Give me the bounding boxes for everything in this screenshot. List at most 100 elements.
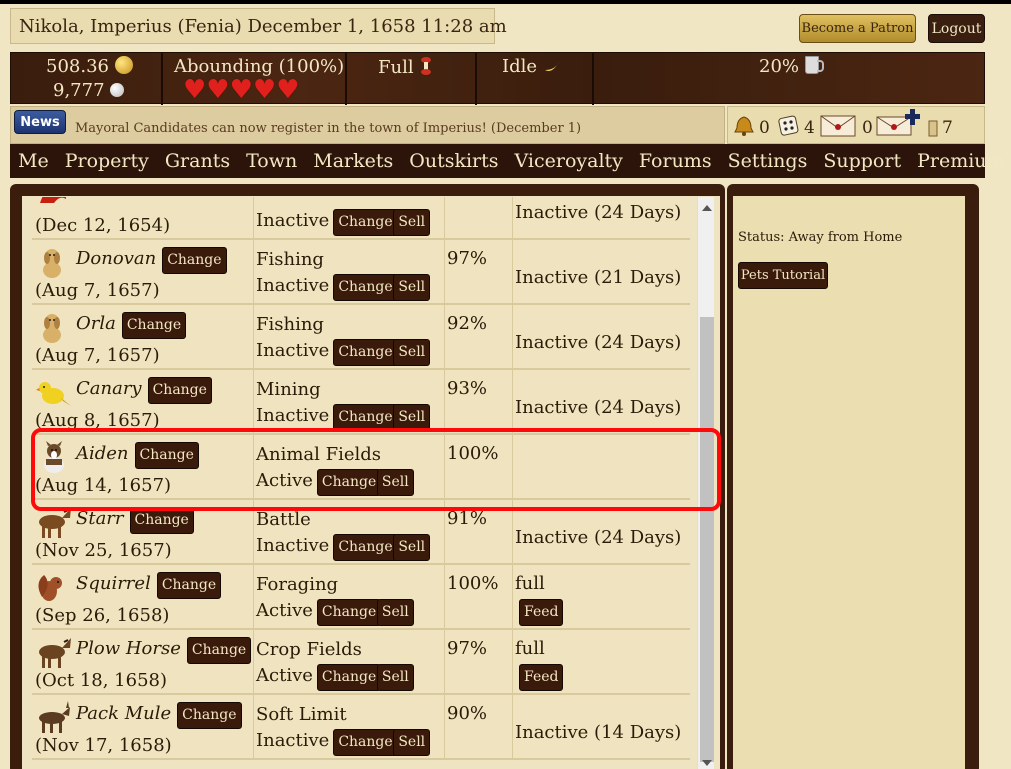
sell-button[interactable]: Sell	[376, 599, 414, 626]
nav-item-property[interactable]: Property	[57, 150, 157, 172]
nav-item-viceroyalty[interactable]: Viceroyalty	[507, 150, 631, 172]
pet-percent: 100%	[447, 443, 499, 464]
pet-status: Inactive	[256, 730, 330, 751]
rename-change-button[interactable]: Change	[121, 312, 187, 339]
job-change-button[interactable]: Change	[333, 534, 398, 561]
nav-item-support[interactable]: Support	[815, 150, 909, 172]
pet-status: Inactive	[256, 405, 330, 426]
sell-button[interactable]: Sell	[393, 404, 431, 431]
pet-job-cell: Fishing Inactive Change Sell	[254, 305, 445, 368]
job-change-button[interactable]: Change	[333, 404, 398, 431]
pet-birth-date: (Nov 17, 1658)	[35, 735, 172, 756]
sell-button[interactable]: Sell	[393, 209, 431, 236]
pearl-value: 9,777	[53, 80, 105, 101]
pet-name-cell: (Dec 12, 1654)	[32, 197, 254, 238]
job-change-button[interactable]: Change	[316, 599, 382, 626]
pet-birth-date: (Aug 7, 1657)	[35, 345, 160, 366]
pet-birth-date: (Aug 7, 1657)	[35, 280, 160, 301]
pet-condition-cell: full Feed	[513, 630, 690, 693]
pet-name: Plow Horse	[76, 638, 181, 659]
hearts-icon: ♥♥♥♥♥	[183, 75, 300, 105]
pet-birth-date: (Oct 18, 1658)	[35, 670, 167, 691]
pet-list: (Dec 12, 1654) Inactive Change Sell Inactive…	[32, 197, 690, 769]
sell-button[interactable]: Sell	[393, 729, 431, 756]
apple-core-icon	[421, 57, 432, 75]
pet-job-cell: Battle Inactive Change Sell	[254, 500, 445, 563]
pet-row: Starr Change (Nov 25, 1657) Battle Inactive C…	[32, 500, 690, 565]
nav-item-town[interactable]: Town	[238, 150, 305, 172]
scroll-up-arrow[interactable]	[702, 205, 712, 211]
pet-status: Active	[256, 600, 313, 621]
pets-tutorial-button[interactable]: Pets Tutorial	[738, 262, 828, 289]
mail-icon[interactable]	[820, 115, 856, 137]
pet-percent: 97%	[447, 638, 488, 659]
rename-change-button[interactable]: Change	[156, 572, 222, 599]
nav-item-grants[interactable]: Grants	[157, 150, 238, 172]
pet-condition: Inactive (24 Days)	[515, 397, 682, 418]
rename-change-button[interactable]: Change	[186, 637, 252, 664]
pet-name: Donovan	[76, 248, 157, 269]
pet-condition: full	[515, 638, 545, 659]
pet-percent-cell: 97%	[445, 240, 513, 303]
main-nav: Me Property Grants Town Markets Outskirts Vice…	[10, 144, 1005, 178]
pet-name: Pack Mule	[76, 703, 172, 724]
news-button[interactable]: News	[14, 110, 66, 134]
job-change-button[interactable]: Change	[333, 729, 398, 756]
rename-change-button[interactable]: Change	[129, 507, 194, 534]
sell-button[interactable]: Sell	[393, 274, 431, 301]
feed-button[interactable]: Feed	[519, 664, 564, 691]
pet-row: Donovan Change (Aug 7, 1657) Fishing Inactiv…	[32, 240, 690, 305]
job-change-button[interactable]: Change	[333, 274, 398, 301]
rename-change-button[interactable]: Change	[134, 442, 199, 469]
scroll-down-arrow[interactable]	[702, 760, 712, 766]
nav-item-me[interactable]: Me	[10, 150, 57, 172]
become-patron-button[interactable]: Become a Patron	[799, 14, 916, 43]
rename-change-button[interactable]: Change	[177, 702, 242, 729]
pet-job-cell: Animal Fields Active Change Sell	[254, 435, 445, 498]
news-text[interactable]: Mayoral Candidates can now register in t…	[75, 121, 581, 136]
canary-icon	[36, 382, 71, 406]
nav-item-premium[interactable]: Premium	[909, 150, 1011, 172]
job-change-button[interactable]: Change	[333, 209, 398, 236]
pet-status: Inactive	[256, 535, 330, 556]
pet-job: Foraging	[256, 574, 339, 595]
bell-icon[interactable]	[733, 115, 755, 137]
dice-icon[interactable]	[777, 114, 801, 138]
scroll-count: 7	[942, 118, 953, 138]
sell-button[interactable]: Sell	[376, 664, 414, 691]
nav-item-outskirts[interactable]: Outskirts	[401, 150, 506, 172]
logout-button[interactable]: Logout	[928, 14, 985, 43]
scroll-icon[interactable]	[928, 120, 938, 137]
scrollbar[interactable]	[697, 197, 714, 769]
pet-name-cell: Plow Horse Change (Oct 18, 1658)	[32, 630, 254, 693]
pet-job: Animal Fields	[256, 444, 382, 465]
rename-change-button[interactable]: Change	[162, 247, 227, 274]
job-change-button[interactable]: Change	[333, 339, 398, 366]
nav-item-settings[interactable]: Settings	[720, 150, 816, 172]
scroll-thumb[interactable]	[700, 317, 714, 762]
sell-button[interactable]: Sell	[393, 534, 431, 561]
pet-percent-cell: 92%	[445, 305, 513, 368]
pearl-stat: 9,777	[53, 80, 125, 101]
pet-job-cell: Crop Fields Active Change Sell	[254, 630, 445, 693]
pet-row: Squirrel Change (Sep 26, 1658) Foraging Acti…	[32, 565, 690, 630]
sell-button[interactable]: Sell	[393, 339, 431, 366]
rename-change-button[interactable]: Change	[147, 377, 212, 404]
pet-percent-cell: 97%	[445, 630, 513, 693]
nav-item-markets[interactable]: Markets	[305, 150, 401, 172]
pet-percent-cell: 93%	[445, 370, 513, 433]
pet-condition-cell	[513, 435, 690, 498]
feed-button[interactable]: Feed	[519, 599, 564, 626]
pet-percent-cell: 91%	[445, 500, 513, 563]
new-mail-icon[interactable]	[876, 109, 924, 137]
job-change-button[interactable]: Change	[316, 664, 382, 691]
pet-name-cell: Aiden Change (Aug 14, 1657)	[32, 435, 254, 498]
horse-icon	[39, 508, 71, 538]
squirrel-icon	[38, 575, 62, 601]
sell-button[interactable]: Sell	[376, 469, 414, 496]
pet-condition-cell: Inactive (14 Days)	[513, 695, 690, 758]
nav-item-forums[interactable]: Forums	[631, 150, 720, 172]
pet-name-cell: Squirrel Change (Sep 26, 1658)	[32, 565, 254, 628]
job-change-button[interactable]: Change	[316, 469, 382, 496]
status-bar: 508.36 9,777 Abounding (100%) ♥♥♥♥♥ Full…	[10, 52, 985, 105]
